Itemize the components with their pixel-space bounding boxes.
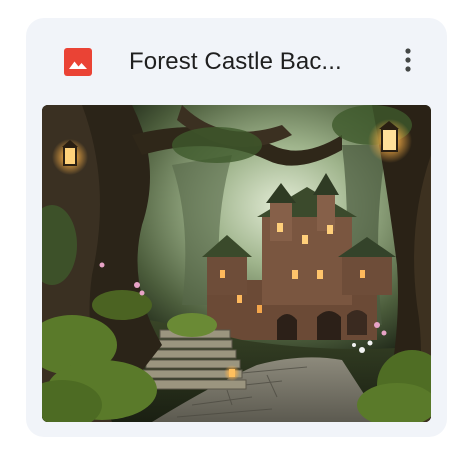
file-title: Forest Castle Bac... xyxy=(129,48,342,75)
file-card-header: Forest Castle Bac... xyxy=(26,18,447,106)
more-options-button[interactable] xyxy=(390,42,426,82)
lantern-small xyxy=(224,365,240,381)
file-card[interactable]: Forest Castle Bac... xyxy=(26,18,447,437)
lantern-left xyxy=(52,139,88,175)
fantasy-forest-castle-thumbnail-icon xyxy=(42,105,431,422)
file-thumbnail[interactable] xyxy=(42,105,431,422)
more-vert-icon xyxy=(404,47,412,78)
lantern-right xyxy=(368,119,412,163)
image-file-icon xyxy=(64,48,92,76)
